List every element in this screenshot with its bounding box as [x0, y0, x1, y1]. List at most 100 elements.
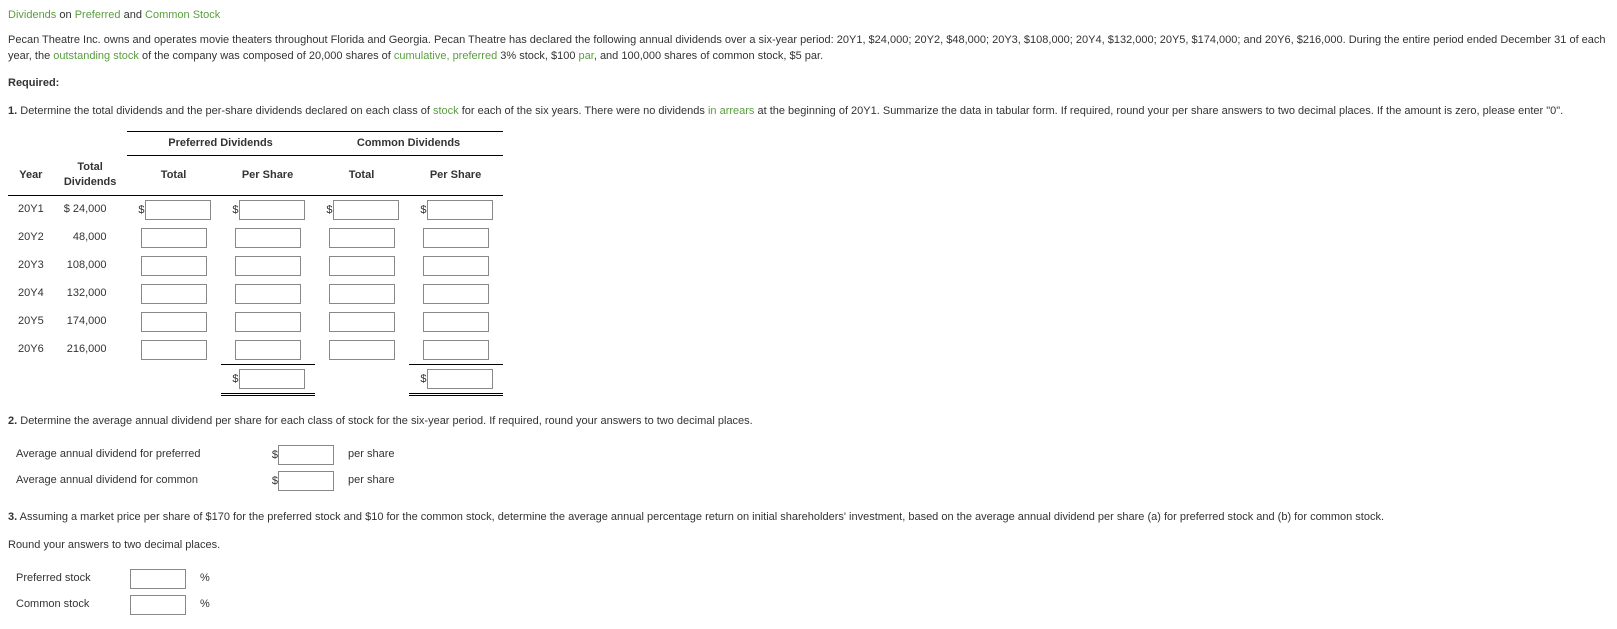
q2-text: Determine the average annual dividend pe…	[17, 415, 753, 427]
q3-round-note: Round your answers to two decimal places…	[8, 538, 1609, 553]
title-word-common-stock: Common Stock	[145, 9, 220, 21]
com-pershare-input[interactable]	[423, 340, 489, 360]
pref-total-input[interactable]	[141, 256, 207, 276]
pref-total-input[interactable]	[141, 312, 207, 332]
pref-pershare-input[interactable]	[235, 256, 301, 276]
year-cell: 20Y6	[8, 336, 54, 365]
dividends-table: Preferred Dividends Common Dividends Yea…	[8, 131, 503, 396]
pref-total-input[interactable]	[141, 228, 207, 248]
avg-dividend-preferred-input[interactable]	[278, 445, 334, 465]
table-row: 20Y3 108,000	[8, 252, 503, 280]
link-outstanding-stock: outstanding stock	[53, 50, 139, 62]
q3-number: 3.	[8, 511, 17, 523]
pref-pershare-input[interactable]	[235, 312, 301, 332]
pref-total-input[interactable]	[141, 340, 207, 360]
pref-total-input[interactable]	[145, 200, 211, 220]
year-cell: 20Y5	[8, 308, 54, 336]
title-word-and: and	[124, 9, 142, 21]
common-stock-label: Common stock	[10, 593, 122, 617]
dollar-sign: $	[270, 448, 278, 463]
per-share-unit: per share	[342, 443, 400, 467]
preferred-dividends-header: Preferred Dividends	[127, 131, 315, 155]
pref-pershare-input[interactable]	[235, 284, 301, 304]
total-dividends-header-line2: Dividends	[64, 176, 117, 188]
pref-pershare-input[interactable]	[239, 200, 305, 220]
year-cell: 20Y1	[8, 195, 54, 224]
com-pershare-header: Per Share	[409, 156, 503, 195]
link-stock: stock	[433, 105, 459, 117]
per-share-unit: per share	[342, 469, 400, 493]
avg-dividend-common-input[interactable]	[278, 471, 334, 491]
intro-text: 3% stock, $100	[497, 50, 578, 62]
year-cell: 20Y4	[8, 280, 54, 308]
preferred-stock-label: Preferred stock	[10, 567, 122, 591]
question-1: 1. Determine the total dividends and the…	[8, 104, 1609, 119]
question-2: 2. Determine the average annual dividend…	[8, 414, 1609, 429]
intro-text: , and 100,000 shares of common stock, $5…	[594, 50, 823, 62]
page-title: Dividends on Preferred and Common Stock	[8, 8, 1609, 23]
total-dividends-header-line1: Total	[77, 161, 102, 173]
percent-unit: %	[194, 567, 216, 591]
pref-pershare-input[interactable]	[235, 228, 301, 248]
title-word-dividends: Dividends	[8, 9, 56, 21]
dollar-sign: $	[231, 372, 239, 387]
dollar-sign: $	[137, 203, 145, 218]
pref-pershare-header: Per Share	[221, 156, 315, 195]
com-pershare-input[interactable]	[423, 284, 489, 304]
common-stock-pct-input[interactable]	[130, 595, 186, 615]
dollar-sign: $	[270, 474, 278, 489]
intro-text: of the company was composed of 20,000 sh…	[139, 50, 394, 62]
table-row: 20Y4 132,000	[8, 280, 503, 308]
year-cell: 20Y2	[8, 224, 54, 252]
pref-pershare-input[interactable]	[235, 340, 301, 360]
question-3: 3. Assuming a market price per share of …	[8, 510, 1609, 525]
com-total-input[interactable]	[333, 200, 399, 220]
com-total-header: Total	[315, 156, 409, 195]
table-row: 20Y6 216,000	[8, 336, 503, 365]
percent-unit: %	[194, 593, 216, 617]
link-cumulative-preferred: cumulative, preferred	[394, 50, 497, 62]
q1-text: for each of the six years. There were no…	[459, 105, 708, 117]
dollar-sign: $	[419, 372, 427, 387]
com-pershare-total-input[interactable]	[427, 369, 493, 389]
com-total-input[interactable]	[329, 312, 395, 332]
dividend-cell: 174,000	[54, 308, 127, 336]
year-header: Year	[8, 156, 54, 195]
link-in-arrears: in arrears	[708, 105, 754, 117]
pref-total-input[interactable]	[141, 284, 207, 304]
dividend-cell: 216,000	[54, 336, 127, 365]
year-cell: 20Y3	[8, 252, 54, 280]
com-total-input[interactable]	[329, 256, 395, 276]
q1-text: Determine the total dividends and the pe…	[17, 105, 433, 117]
com-pershare-input[interactable]	[423, 256, 489, 276]
title-word-on: on	[59, 9, 71, 21]
q1-number: 1.	[8, 105, 17, 117]
avg-dividend-preferred-label: Average annual dividend for preferred	[10, 443, 262, 467]
title-word-preferred: Preferred	[75, 9, 121, 21]
q3-table: Preferred stock % Common stock %	[8, 565, 218, 619]
table-row: 20Y1 $ 24,000 $ $ $ $	[8, 195, 503, 224]
q1-text: at the beginning of 20Y1. Summarize the …	[754, 105, 1563, 117]
com-pershare-input[interactable]	[427, 200, 493, 220]
dividend-cell: 48,000	[54, 224, 127, 252]
com-total-input[interactable]	[329, 340, 395, 360]
q2-number: 2.	[8, 415, 17, 427]
pref-pershare-total-input[interactable]	[239, 369, 305, 389]
preferred-stock-pct-input[interactable]	[130, 569, 186, 589]
com-pershare-input[interactable]	[423, 228, 489, 248]
table-total-row: $ $	[8, 364, 503, 394]
com-total-input[interactable]	[329, 228, 395, 248]
com-total-input[interactable]	[329, 284, 395, 304]
required-heading: Required:	[8, 76, 1609, 91]
link-par: par	[579, 50, 594, 62]
com-pershare-input[interactable]	[423, 312, 489, 332]
total-dividends-header: Total Dividends	[54, 156, 127, 195]
dividend-cell: $ 24,000	[54, 195, 127, 224]
dividend-cell: 132,000	[54, 280, 127, 308]
q3-text: Assuming a market price per share of $17…	[17, 511, 1384, 523]
dollar-sign: $	[325, 203, 333, 218]
dollar-sign: $	[419, 203, 427, 218]
avg-dividend-common-label: Average annual dividend for common	[10, 469, 262, 493]
common-dividends-header: Common Dividends	[315, 131, 503, 155]
table-row: 20Y5 174,000	[8, 308, 503, 336]
